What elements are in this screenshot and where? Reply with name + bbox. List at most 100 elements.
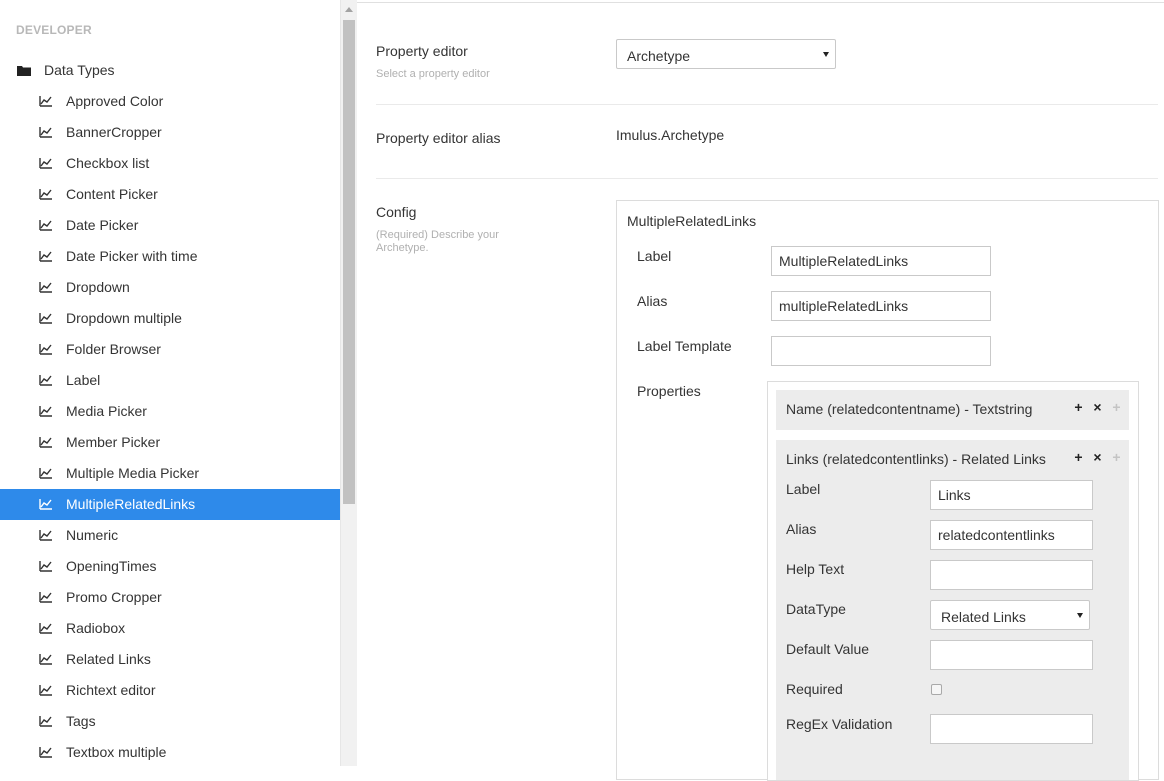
sidebar-item[interactable]: Media Picker bbox=[0, 396, 340, 427]
datatype-icon bbox=[39, 747, 52, 758]
datatype-icon bbox=[39, 282, 52, 293]
sidebar-item[interactable]: Content Picker bbox=[0, 179, 340, 210]
sidebar-item[interactable]: Approved Color bbox=[0, 86, 340, 117]
sidebar-item[interactable]: Radiobox bbox=[0, 613, 340, 644]
prop-alias-input[interactable]: relatedcontentlinks bbox=[930, 520, 1093, 550]
prop-datatype-select[interactable]: Related Links bbox=[930, 600, 1090, 630]
sidebar-item-label: Approved Color bbox=[66, 93, 164, 109]
sidebar-item[interactable]: Date Picker with time bbox=[0, 241, 340, 272]
fieldset-alias-input[interactable]: multipleRelatedLinks bbox=[771, 291, 991, 321]
sidebar-item[interactable]: MultipleRelatedLinks bbox=[0, 489, 340, 520]
datatype-icon bbox=[39, 158, 52, 169]
sidebar-item[interactable]: Tags bbox=[0, 706, 340, 737]
main-panel: Property editor Select a property editor… bbox=[357, 0, 1164, 781]
datatype-icon bbox=[39, 623, 52, 634]
sidebar-item-label: Checkbox list bbox=[66, 155, 150, 171]
sidebar-tree: DEVELOPER Data Types Approved Color Banne… bbox=[0, 0, 340, 766]
move-icon[interactable]: + bbox=[1110, 449, 1123, 465]
config-description: (Required) Describe your Archetype. bbox=[376, 229, 499, 254]
datatype-icon bbox=[39, 344, 52, 355]
prop-datatype-select-value: Related Links bbox=[941, 609, 1026, 625]
prop-default-value-label: Default Value bbox=[786, 641, 870, 657]
sidebar-item-label: Multiple Media Picker bbox=[66, 465, 200, 481]
sidebar-item-label: Content Picker bbox=[66, 186, 158, 202]
prop-regex-label: RegEx Validation bbox=[786, 716, 893, 732]
datatype-icon bbox=[39, 313, 52, 324]
prop-required-label: Required bbox=[786, 681, 843, 697]
sidebar-item-label: Folder Browser bbox=[66, 341, 161, 357]
fieldset-label-template-label: Label Template bbox=[637, 338, 732, 354]
prop-help-text-input[interactable] bbox=[930, 560, 1093, 590]
datatype-icon bbox=[39, 437, 52, 448]
property-editor-select-value: Archetype bbox=[627, 48, 691, 64]
sidebar-item-label: Dropdown bbox=[66, 279, 130, 295]
sidebar-item[interactable]: Folder Browser bbox=[0, 334, 340, 365]
datatype-icon bbox=[39, 592, 52, 603]
sidebar-item[interactable]: Dropdown bbox=[0, 272, 340, 303]
chevron-down-icon bbox=[1077, 613, 1083, 618]
sidebar-item[interactable]: Label bbox=[0, 365, 340, 396]
prop-regex-input[interactable] bbox=[930, 714, 1093, 744]
top-divider bbox=[357, 2, 1164, 3]
property-title[interactable]: Links (relatedcontentlinks) - Related Li… bbox=[786, 451, 1046, 467]
sidebar-item-label: Date Picker bbox=[66, 217, 139, 233]
properties-label: Properties bbox=[637, 383, 701, 399]
close-icon[interactable]: × bbox=[1091, 449, 1104, 465]
chevron-down-icon bbox=[823, 52, 829, 57]
scroll-thumb[interactable] bbox=[343, 20, 355, 504]
datatype-icon bbox=[39, 530, 52, 541]
sidebar-item[interactable]: Dropdown multiple bbox=[0, 303, 340, 334]
divider bbox=[376, 104, 1158, 105]
section-heading: DEVELOPER bbox=[16, 23, 92, 37]
property-editor-select[interactable]: Archetype bbox=[616, 39, 836, 69]
datatype-icon bbox=[39, 220, 52, 231]
property-editor-alias-value: Imulus.Archetype bbox=[616, 127, 725, 143]
prop-help-text-label: Help Text bbox=[786, 561, 845, 577]
sidebar-item[interactable]: BannerCropper bbox=[0, 117, 340, 148]
prop-label-label: Label bbox=[786, 481, 821, 497]
sidebar-scrollbar[interactable] bbox=[340, 0, 357, 766]
prop-required-checkbox[interactable] bbox=[931, 684, 942, 695]
move-icon[interactable]: + bbox=[1110, 399, 1123, 415]
datatype-list: Approved Color BannerCropper Checkbox list… bbox=[0, 86, 340, 766]
sidebar-item-label: OpeningTimes bbox=[66, 558, 157, 574]
datatype-icon bbox=[39, 251, 52, 262]
scroll-up-arrow-icon[interactable] bbox=[345, 7, 353, 12]
sidebar-item[interactable]: Numeric bbox=[0, 520, 340, 551]
datatype-icon bbox=[39, 685, 52, 696]
fieldset-label-input[interactable]: MultipleRelatedLinks bbox=[771, 246, 991, 276]
folder-icon bbox=[17, 66, 31, 76]
tree-root-data-types[interactable]: Data Types bbox=[0, 58, 340, 84]
datatype-icon bbox=[39, 375, 52, 386]
tree-root-label: Data Types bbox=[44, 62, 115, 78]
property-item[interactable]: Name (relatedcontentname) - Textstring +… bbox=[776, 390, 1129, 430]
sidebar-item[interactable]: Multiple Media Picker bbox=[0, 458, 340, 489]
close-icon[interactable]: × bbox=[1091, 399, 1104, 415]
fieldset-label-template-input[interactable] bbox=[771, 336, 991, 366]
properties-list: Name (relatedcontentname) - Textstring +… bbox=[767, 381, 1139, 781]
sidebar-item[interactable]: Promo Cropper bbox=[0, 582, 340, 613]
sidebar-item-label: Textbox multiple bbox=[66, 744, 167, 760]
sidebar-item[interactable]: Textbox multiple bbox=[0, 737, 340, 766]
property-editor-label: Property editor bbox=[376, 43, 468, 59]
sidebar-item[interactable]: Checkbox list bbox=[0, 148, 340, 179]
sidebar-item[interactable]: OpeningTimes bbox=[0, 551, 340, 582]
add-icon[interactable]: + bbox=[1072, 399, 1085, 415]
sidebar-item-label: MultipleRelatedLinks bbox=[66, 496, 196, 512]
sidebar-item[interactable]: Related Links bbox=[0, 644, 340, 675]
sidebar-item[interactable]: Date Picker bbox=[0, 210, 340, 241]
fieldset-label-label: Label bbox=[637, 248, 672, 264]
prop-label-input[interactable]: Links bbox=[930, 480, 1093, 510]
fieldset-alias-label: Alias bbox=[637, 293, 668, 309]
add-icon[interactable]: + bbox=[1072, 449, 1085, 465]
sidebar-item[interactable]: Richtext editor bbox=[0, 675, 340, 706]
prop-datatype-label: DataType bbox=[786, 601, 846, 617]
prop-default-value-input[interactable] bbox=[930, 640, 1093, 670]
sidebar-item-label: BannerCropper bbox=[66, 124, 162, 140]
sidebar-item-label: Richtext editor bbox=[66, 682, 156, 698]
fieldset-title: MultipleRelatedLinks bbox=[627, 213, 757, 229]
sidebar-item-label: Member Picker bbox=[66, 434, 161, 450]
datatype-icon bbox=[39, 127, 52, 138]
sidebar-item[interactable]: Member Picker bbox=[0, 427, 340, 458]
datatype-icon bbox=[39, 561, 52, 572]
